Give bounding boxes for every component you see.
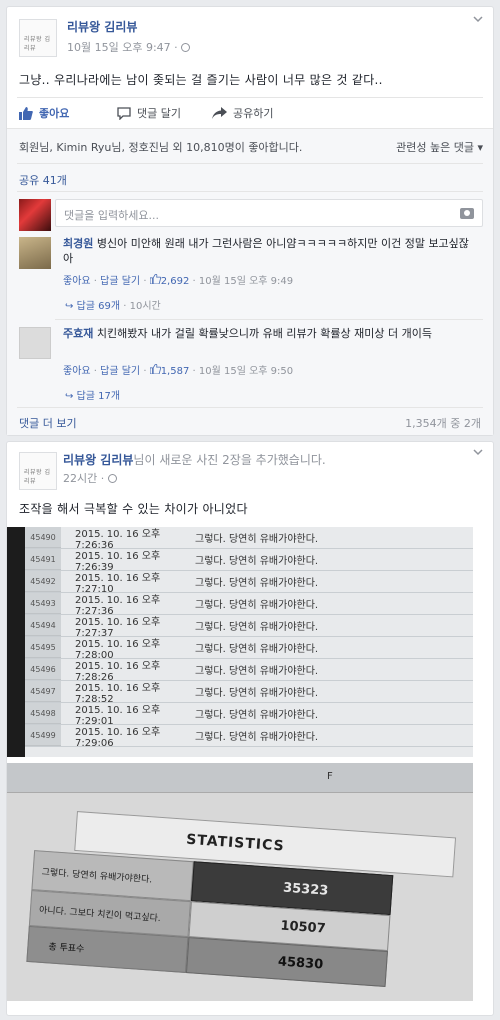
post-text: 그냥.. 우리나라에는 남이 좆되는 걸 즐기는 사람이 너무 많은 것 같다.… <box>19 73 383 87</box>
globe-icon <box>181 43 191 52</box>
comment-likes-count[interactable]: 2,692 <box>149 273 189 287</box>
comment-like-link[interactable]: 좋아요 <box>63 276 91 287</box>
commenter-name[interactable]: 주효재 <box>63 327 93 340</box>
commenter-avatar[interactable] <box>19 237 51 269</box>
comment-button[interactable]: 댓글 달기 <box>117 104 181 122</box>
chevron-down-icon[interactable] <box>473 15 483 25</box>
divider <box>17 191 483 192</box>
statistics-table: STATISTICS 그렇다. 당연히 유배가야한다. 35323 아니다. 그… <box>26 811 457 1001</box>
post-author[interactable]: 리뷰왕 김리뷰 <box>67 18 137 35</box>
share-icon <box>212 106 227 119</box>
page-avatar[interactable]: 리뷰왕 김리뷰 <box>19 19 57 57</box>
commenter-name[interactable]: 최경원 <box>63 237 93 250</box>
post-timestamp[interactable]: 10월 15일 오후 9:47 · <box>67 39 191 55</box>
comments-section: 회원님, Kimin Ryu님, 정호진님 외 10,810명이 좋아합니다. … <box>7 128 493 435</box>
view-replies-link[interactable]: ↪ 답글 17개 <box>65 387 120 402</box>
page-avatar[interactable]: 리뷰왕 김리뷰 <box>19 452 57 490</box>
view-replies-link[interactable]: ↪ 답글 69개 · 10시간 <box>65 297 161 312</box>
column-letter: F <box>327 771 333 782</box>
comment-sort-dropdown[interactable]: 관련성 높은 댓글 ▾ <box>396 139 483 155</box>
comment-placeholder: 댓글을 입력하세요... <box>64 209 159 222</box>
comment-icon <box>117 106 131 120</box>
user-avatar[interactable] <box>19 199 51 231</box>
shares-count[interactable]: 공유 41개 <box>19 172 67 188</box>
post-timestamp[interactable]: 22시간 · <box>63 470 117 486</box>
comment-text: 주효재 치킨해봤자 내가 걸릴 확률낮으니까 유배 리뷰가 확률상 재미상 더 … <box>63 327 432 340</box>
spreadsheet-rows: 45490 2015. 10. 16 오후 7:26:36 그렇다. 당연히 유배가… <box>25 527 473 757</box>
reply-arrow-icon: ↪ <box>65 391 77 402</box>
comment-likes-count[interactable]: 1,587 <box>149 363 189 377</box>
camera-icon[interactable] <box>460 208 474 219</box>
thumbs-up-icon <box>149 273 161 285</box>
share-button[interactable]: 공유하기 <box>212 104 273 122</box>
photo-dark-edge <box>7 527 25 757</box>
thumbs-up-icon <box>19 106 33 120</box>
divider <box>17 97 483 98</box>
more-comments-link[interactable]: 댓글 더 보기 <box>19 415 77 431</box>
divider <box>55 319 483 320</box>
post-card: 리뷰왕 김리뷰 리뷰왕 김리뷰 10월 15일 오후 9:47 · 그냥.. 우… <box>6 6 494 436</box>
comment-input[interactable]: 댓글을 입력하세요... <box>55 199 483 227</box>
comment-like-link[interactable]: 좋아요 <box>63 366 91 377</box>
comment-reply-link[interactable]: 답글 달기 <box>100 276 140 287</box>
reply-arrow-icon: ↪ <box>65 301 77 312</box>
chevron-down-icon[interactable] <box>473 448 483 458</box>
likes-summary[interactable]: 회원님, Kimin Ryu님, 정호진님 외 10,810명이 좋아합니다. <box>19 139 302 155</box>
globe-icon <box>107 474 117 483</box>
post-photo[interactable]: F STATISTICS 그렇다. 당연히 유배가야한다. 35323 아니다.… <box>7 763 473 1001</box>
like-button[interactable]: 좋아요 <box>19 104 69 122</box>
comment-time[interactable]: 10월 15일 오후 9:49 <box>199 276 293 287</box>
comment-time[interactable]: 10월 15일 오후 9:50 <box>199 366 293 377</box>
thumbs-up-icon <box>149 363 161 375</box>
comment-meta: 좋아요 · 답글 달기 · 2,692 · 10월 15일 오후 9:49 <box>63 273 294 287</box>
post-photo[interactable]: 45490 2015. 10. 16 오후 7:26:36 그렇다. 당연히 유배가… <box>7 527 473 757</box>
comment-text: 최경원 병신아 미안해 원래 내가 그런사람은 아니얌ㅋㅋㅋㅋㅋ하지만 이건 정… <box>63 237 469 265</box>
post-card: 리뷰왕 김리뷰 리뷰왕 김리뷰님이 새로운 사진 2장을 추가했습니다. 22시… <box>6 441 494 1016</box>
comment-count: 1,354개 중 2개 <box>405 417 481 430</box>
avatar-logo-text: 리뷰왕 김리뷰 <box>24 36 51 52</box>
sheet-row: 45499 2015. 10. 16 오후 7:29:06 그렇다. 당연히 유배가… <box>25 725 473 749</box>
post-author[interactable]: 리뷰왕 김리뷰 <box>63 453 133 467</box>
divider <box>17 407 483 408</box>
comment-reply-link[interactable]: 답글 달기 <box>100 366 140 377</box>
comment-meta: 좋아요 · 답글 달기 · 1,587 · 10월 15일 오후 9:50 <box>63 363 294 377</box>
divider <box>17 163 483 164</box>
post-header: 리뷰왕 김리뷰님이 새로운 사진 2장을 추가했습니다. <box>63 453 326 467</box>
post-text: 조작을 해서 극복할 수 있는 차이가 아니었다 <box>19 502 248 516</box>
commenter-avatar[interactable] <box>19 327 51 359</box>
sheet-column-header: F <box>7 763 473 793</box>
statistics-title: STATISTICS <box>185 831 286 855</box>
avatar-logo-text: 리뷰왕 김리뷰 <box>24 469 51 485</box>
